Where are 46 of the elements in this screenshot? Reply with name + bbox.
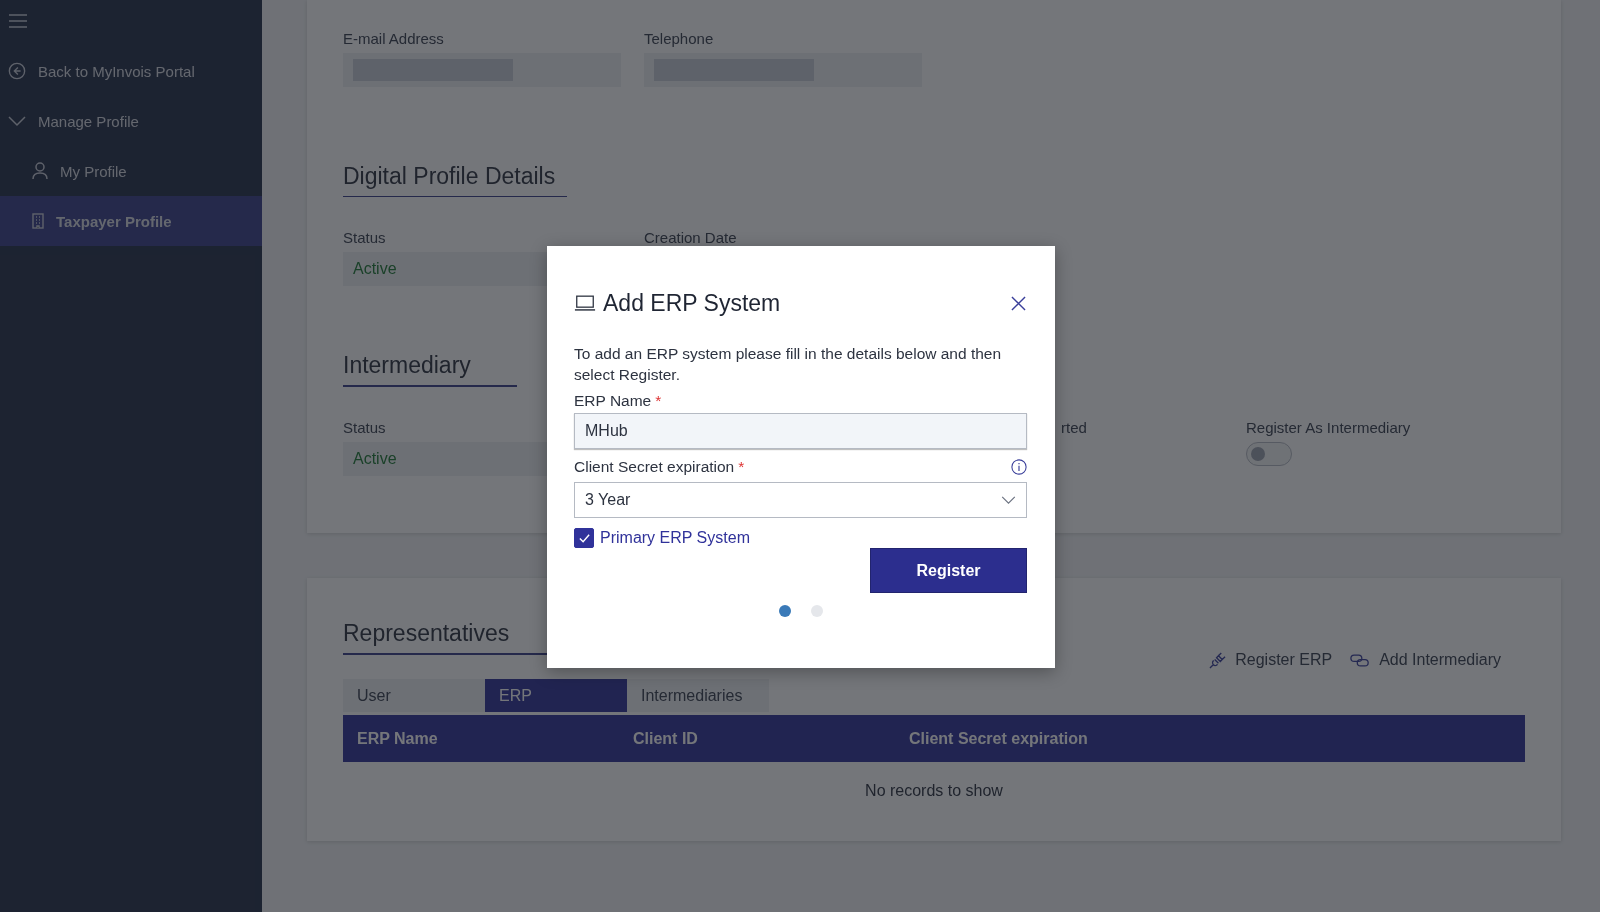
info-icon[interactable] [1011,459,1027,475]
field-label: Status [343,229,386,246]
dialog-description: To add an ERP system please fill in the details below and then select Register. [574,344,1003,385]
sidebar-item[interactable]: Taxpayer Profile [0,196,262,246]
pager-dot[interactable] [778,605,791,617]
person-icon [32,162,48,180]
check-icon [577,531,591,545]
column-header: Client Secret expiration [909,729,1089,748]
section-title: Intermediary [343,352,517,387]
field-label: rted [1061,419,1087,436]
tab[interactable]: User [343,679,485,712]
dialog-title: Add ERP System [603,290,782,317]
column-header: ERP Name [357,729,439,748]
link-icon [1350,653,1371,667]
checkbox[interactable] [574,528,594,548]
plug-icon [1209,651,1227,669]
pager-dot[interactable] [810,605,823,617]
field-label: Creation Date [644,229,737,246]
empty-message: No records to show [864,782,1004,800]
chevron-icon [8,115,26,127]
register-erp-link[interactable]: Register ERP [1209,651,1333,669]
field-label: Telephone [644,30,714,47]
sidebar-item[interactable]: My Profile [0,146,262,196]
field-label: E-mail Address [343,30,444,47]
register-button[interactable]: Register [870,548,1027,593]
section-title: Digital Profile Details [343,163,568,197]
column-header: Client ID [633,729,699,748]
sidebar-group[interactable]: Manage Profile [0,96,262,146]
required-mark: * [738,458,745,476]
laptop-icon [574,295,596,312]
field-label: ERP Name [574,392,652,410]
field-label: Status [343,419,386,436]
field-label: Register As Intermediary [1246,419,1411,436]
checkbox-label: Primary ERP System [600,529,750,547]
back-link[interactable]: Back to MyInvois Portal [0,46,262,96]
erp-name-input[interactable]: MHub [574,413,1027,449]
add-intermediary-link[interactable]: Add Intermediary [1350,651,1501,669]
building-icon [32,213,44,229]
toggle-switch[interactable] [1246,442,1292,466]
chevron-icon [1001,495,1016,505]
tab[interactable]: Intermediaries [627,679,769,712]
expiration-dropdown[interactable]: 3 Year [574,482,1027,518]
field-label: Client Secret expiration [574,458,735,476]
required-mark: * [655,392,662,410]
close-icon[interactable] [1011,296,1026,311]
tab[interactable]: ERP [485,679,627,712]
